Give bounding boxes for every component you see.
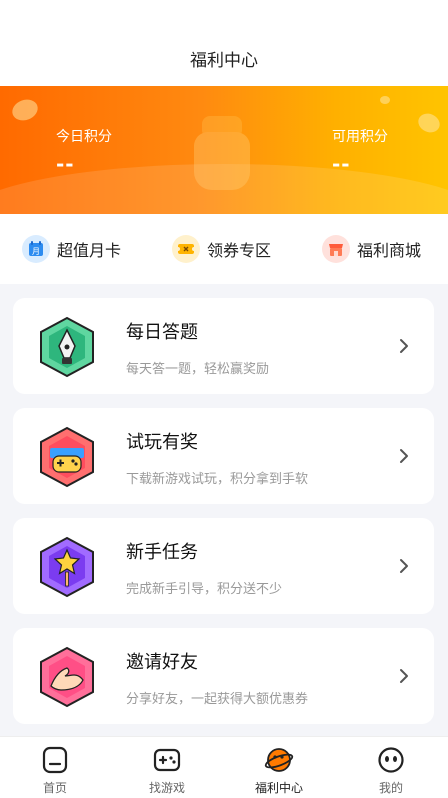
tab-label: 找游戏 — [148, 781, 185, 795]
chevron-right-icon — [400, 559, 408, 573]
tab-label: 福利中心 — [254, 781, 303, 795]
quick-link-label: 超值月卡 — [57, 241, 122, 260]
today-points[interactable]: 今日积分 -- — [56, 126, 112, 176]
coin-decoration-icon — [9, 96, 41, 124]
home-icon — [42, 746, 68, 774]
task-card-invite-friends[interactable]: 邀请好友 分享好友，一起获得大额优惠券 — [13, 628, 434, 724]
points-banner: 今日积分 -- 可用积分 -- — [0, 86, 448, 214]
quick-link-label: 福利商城 — [357, 241, 422, 260]
chevron-right-icon — [400, 339, 408, 353]
quick-link-shop[interactable]: 福利商城 — [322, 234, 421, 264]
task-card-title: 新手任务 — [126, 542, 198, 563]
tab-label: 首页 — [42, 781, 67, 795]
coin-decoration-icon — [380, 96, 390, 104]
chevron-right-icon — [400, 669, 408, 683]
task-card-daily-quiz[interactable]: 每日答题 每天答一题，轻松赢奖励 — [13, 298, 434, 394]
coin-decoration-icon — [415, 110, 443, 136]
tab-welfare-center[interactable]: 福利中心 — [234, 745, 324, 796]
planet-icon — [264, 748, 294, 772]
pen-nib-icon — [39, 316, 95, 378]
star-wand-icon — [39, 536, 95, 598]
coupon-icon — [172, 235, 200, 263]
bottom-tab-bar: 首页 找游戏 福利中心 我的 — [0, 736, 448, 798]
gamepad-icon — [39, 426, 95, 488]
available-points-label: 可用积分 — [332, 129, 388, 145]
quick-link-label: 领券专区 — [207, 241, 272, 260]
calendar-icon: 月 — [22, 235, 50, 263]
page-title: 福利中心 — [190, 51, 258, 71]
svg-text:月: 月 — [32, 247, 40, 256]
header-bar: 福利中心 — [0, 0, 448, 86]
task-card-title: 每日答题 — [126, 322, 198, 343]
task-card-title: 试玩有奖 — [126, 432, 198, 453]
shop-icon — [322, 235, 350, 263]
quick-link-monthly-card[interactable]: 月 超值月卡 — [22, 234, 121, 264]
task-card-trial-play[interactable]: 试玩有奖 下载新游戏试玩，积分拿到手软 — [13, 408, 434, 504]
task-card-desc: 下载新游戏试玩，积分拿到手软 — [126, 472, 309, 487]
today-points-value: -- — [56, 152, 75, 176]
task-card-desc: 完成新手引导，积分送不少 — [126, 582, 283, 597]
quick-link-coupons[interactable]: 领券专区 — [172, 234, 271, 264]
task-card-newbie-tasks[interactable]: 新手任务 完成新手引导，积分送不少 — [13, 518, 434, 614]
today-points-label: 今日积分 — [56, 129, 112, 145]
available-points[interactable]: 可用积分 -- — [332, 126, 388, 176]
task-card-title: 邀请好友 — [126, 652, 198, 673]
handshake-icon — [39, 646, 95, 708]
gamepad-icon — [153, 748, 181, 772]
task-card-desc: 分享好友，一起获得大额优惠券 — [126, 692, 309, 707]
tab-home[interactable]: 首页 — [10, 745, 100, 796]
tab-find-games[interactable]: 找游戏 — [122, 745, 212, 796]
task-card-desc: 每天答一题，轻松赢奖励 — [126, 362, 270, 377]
lucky-bag-icon — [190, 110, 254, 190]
tab-profile[interactable]: 我的 — [346, 745, 436, 796]
quick-links: 月 超值月卡 领券专区 福利商城 — [0, 214, 448, 284]
tab-label: 我的 — [378, 781, 403, 795]
chevron-right-icon — [400, 449, 408, 463]
profile-face-icon — [378, 747, 404, 773]
available-points-value: -- — [332, 152, 351, 176]
